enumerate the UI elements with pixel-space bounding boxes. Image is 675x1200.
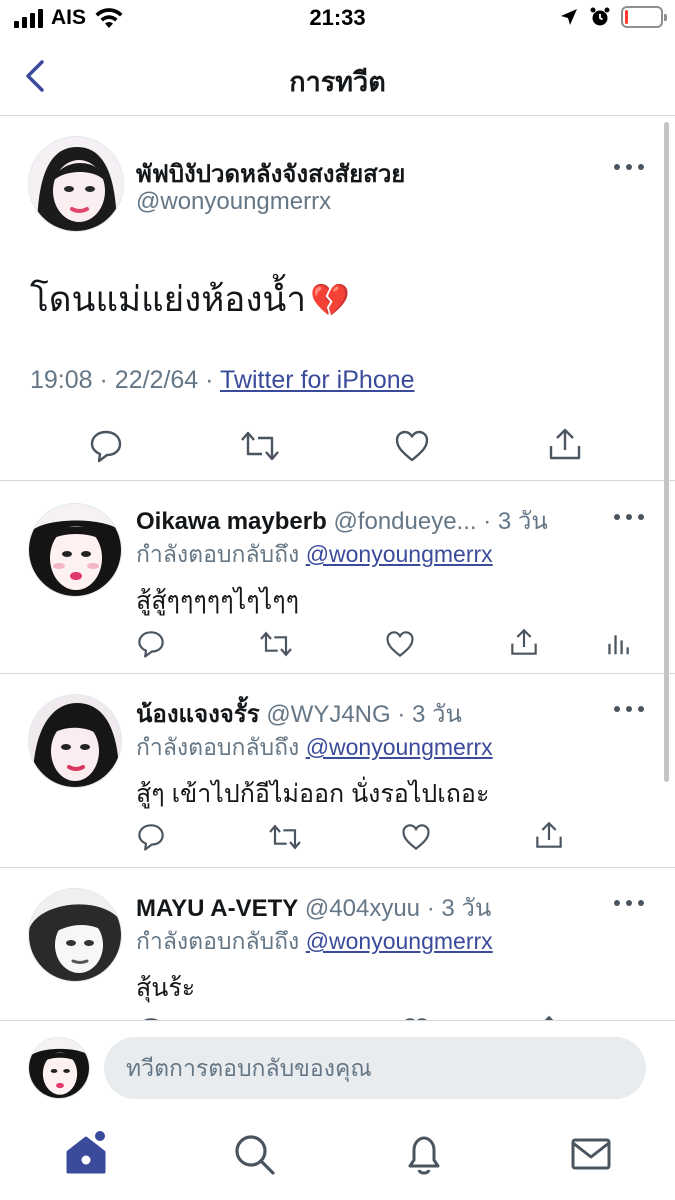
broken-heart-emoji: 💔 <box>310 281 350 318</box>
analytics-icon[interactable] <box>606 629 632 657</box>
more-options-icon[interactable] <box>614 512 644 522</box>
reply-header: Oikawa mayberb @fondueye... · 3 วัน <box>136 501 606 540</box>
reply-actions <box>0 627 675 669</box>
replying-label: กำลังตอบกลับถึง <box>136 928 300 954</box>
share-icon[interactable] <box>534 820 564 850</box>
reply-icon[interactable] <box>88 428 124 464</box>
reply-tweet[interactable]: น้องแจงจรั้ร @WYJ4NG · 3 วัน กำลังตอบกลั… <box>0 674 675 868</box>
reply-time: · 3 วัน <box>483 508 548 535</box>
avatar-image <box>29 1038 89 1098</box>
reply-input[interactable] <box>104 1037 646 1099</box>
like-icon[interactable] <box>394 428 430 464</box>
reply-text: สู้ๆ เข้าไปก้อีไม่ออก นั่งรอไปเถอะ <box>136 780 490 808</box>
tweet-date: 22/2/64 <box>114 366 199 394</box>
reply-text: สู้สู้ๆๆๆๆๆไๆไๆๆ <box>136 587 300 615</box>
alarm-clock-icon <box>590 7 610 26</box>
mention-link[interactable]: @wonyoungmerrx <box>306 541 493 567</box>
replying-label: กำลังตอบกลับถึง <box>136 734 300 760</box>
meta-separator: · <box>205 366 214 394</box>
page-title: การทวีต <box>289 67 386 97</box>
reply-author-handle[interactable]: @WYJ4NG <box>266 701 390 728</box>
retweet-icon[interactable] <box>268 822 302 852</box>
reply-text: สุ้นร้ะ <box>136 974 196 1002</box>
reply-header: MAYU A-VETY @404xyuu · 3 วัน <box>136 888 606 927</box>
reply-actions <box>0 820 675 862</box>
battery-icon <box>621 6 667 28</box>
replying-to: กำลังตอบกลับถึง @wonyoungmerrx <box>136 924 493 960</box>
messages-icon[interactable] <box>567 1130 615 1178</box>
author-handle[interactable]: @wonyoungmerrx <box>136 188 331 216</box>
avatar[interactable] <box>28 694 122 788</box>
search-icon[interactable] <box>230 1130 278 1178</box>
like-icon[interactable] <box>401 822 431 852</box>
share-icon[interactable] <box>509 627 539 657</box>
tab-bar <box>0 1118 675 1200</box>
retweet-icon[interactable] <box>259 629 293 659</box>
reply-time: · 3 วัน <box>426 895 492 922</box>
reply-tweet[interactable]: Oikawa mayberb @fondueye... · 3 วัน กำลั… <box>0 481 675 674</box>
tweet-actions <box>0 422 675 470</box>
reply-author-handle[interactable]: @404xyuu <box>305 895 420 922</box>
reply-tweet[interactable]: MAYU A-VETY @404xyuu · 3 วัน กำลังตอบกลั… <box>0 868 675 1020</box>
reply-icon[interactable] <box>136 822 166 852</box>
reply-author-name[interactable]: MAYU A-VETY <box>136 895 298 922</box>
more-options-icon[interactable] <box>614 704 644 714</box>
mention-link[interactable]: @wonyoungmerrx <box>306 928 493 954</box>
reply-header: น้องแจงจรั้ร @WYJ4NG · 3 วัน <box>136 694 606 733</box>
avatar-image <box>29 695 121 787</box>
tweet-text: โดนแม่แย่งห้องน้ำ 💔 <box>30 272 350 327</box>
battery-level <box>625 10 629 24</box>
location-arrow-icon <box>561 9 577 25</box>
avatar-image <box>29 889 121 981</box>
tweet-body: โดนแม่แย่งห้องน้ำ <box>30 280 307 319</box>
more-options-icon[interactable] <box>614 162 644 172</box>
tweet-metadata: 19:08 · 22/2/64 · Twitter for iPhone <box>30 366 415 395</box>
avatar-image <box>29 504 121 596</box>
scroll-indicator[interactable] <box>664 122 669 782</box>
reply-time: · 3 วัน <box>397 701 462 728</box>
tweet-time: 19:08 <box>30 366 93 394</box>
reply-composer <box>0 1020 675 1116</box>
tweet-source-link[interactable]: Twitter for iPhone <box>220 366 415 394</box>
navigation-header: การทวีต <box>0 40 675 116</box>
notifications-icon[interactable] <box>400 1130 448 1178</box>
home-icon[interactable] <box>62 1130 110 1178</box>
like-icon[interactable] <box>385 629 415 659</box>
avatar[interactable] <box>28 136 124 232</box>
status-right <box>559 6 667 28</box>
replying-to: กำลังตอบกลับถึง @wonyoungmerrx <box>136 537 493 573</box>
reply-author-name[interactable]: น้องแจงจรั้ร <box>136 701 260 728</box>
retweet-icon[interactable] <box>240 428 280 464</box>
more-options-icon[interactable] <box>614 898 644 908</box>
main-tweet: พัฟบิงัปวดหลังจังสงสัยสวย @wonyoungmerrx… <box>0 116 675 481</box>
replying-label: กำลังตอบกลับถึง <box>136 541 300 567</box>
avatar-image <box>29 137 123 231</box>
mention-link[interactable]: @wonyoungmerrx <box>306 734 493 760</box>
status-bar: AIS 21:33 <box>0 0 675 38</box>
share-icon[interactable] <box>547 426 583 462</box>
avatar <box>28 1037 90 1099</box>
replying-to: กำลังตอบกลับถึง @wonyoungmerrx <box>136 730 493 766</box>
avatar[interactable] <box>28 888 122 982</box>
avatar[interactable] <box>28 503 122 597</box>
reply-author-handle[interactable]: @fondueye... <box>333 508 476 535</box>
reply-author-name[interactable]: Oikawa mayberb <box>136 508 327 535</box>
reply-icon[interactable] <box>136 629 166 659</box>
meta-separator: · <box>99 366 108 394</box>
